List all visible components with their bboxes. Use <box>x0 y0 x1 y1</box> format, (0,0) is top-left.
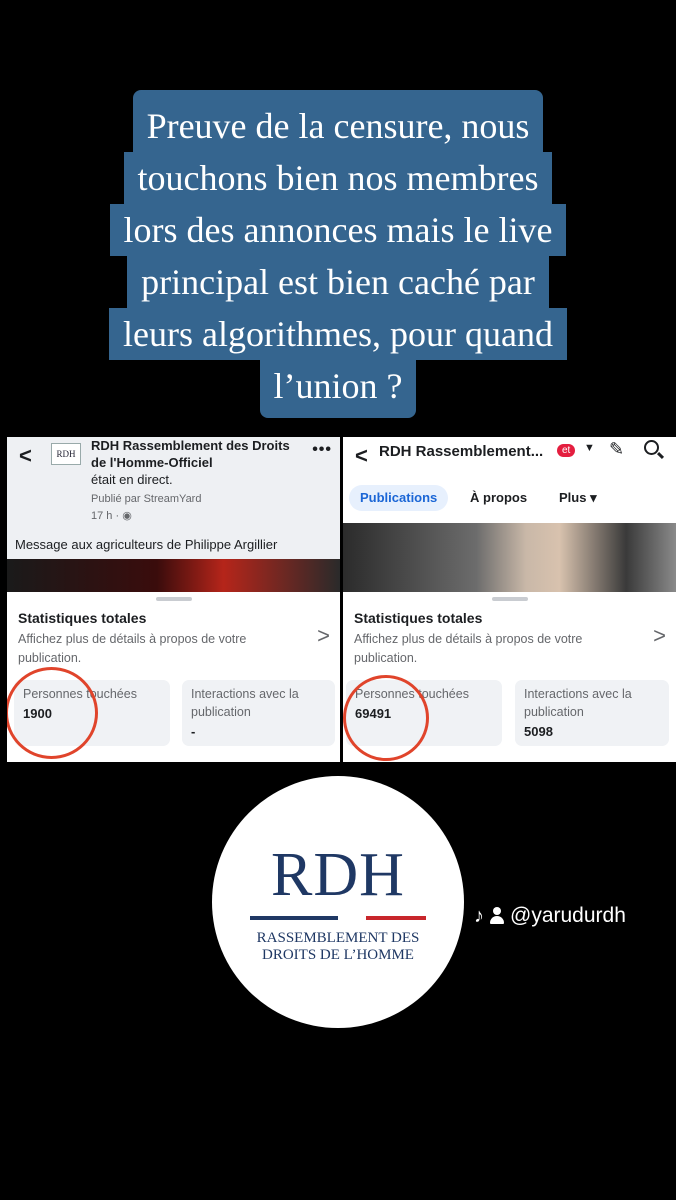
interactions-card: Interactions avec la publication 5098 <box>515 680 669 746</box>
person-icon <box>490 907 504 925</box>
caption-line: lors des annonces mais le live <box>109 204 567 256</box>
social-handle: ♪ @yarudurdh <box>474 900 626 932</box>
post-header: < RDH RDH Rassemblement des Droits de l'… <box>7 437 340 592</box>
cover-photo <box>343 523 676 592</box>
stats-title: Statistiques totales <box>18 610 147 626</box>
page-name[interactable]: RDH Rassemblement des Droits de l'Homme-… <box>91 437 301 471</box>
rdh-logo: RDH RASSEMBLEMENT DES DROITS DE L’HOMME <box>212 776 464 1028</box>
back-chevron-icon[interactable]: < <box>19 443 32 469</box>
chevron-right-icon[interactable]: > <box>317 623 330 649</box>
caption-block: Preuve de la censure, nous touchons bien… <box>0 90 676 418</box>
tab-publications[interactable]: Publications <box>349 485 449 511</box>
caret-down-icon[interactable]: ▼ <box>584 442 595 454</box>
post-time-text: 17 h · <box>91 510 120 522</box>
stats-description[interactable]: Affichez plus de détails à propos de vot… <box>354 630 629 668</box>
video-thumbnail[interactable] <box>7 559 340 592</box>
published-by: Publié par StreamYard <box>91 493 202 505</box>
caption-line: principal est bien caché par <box>127 256 549 308</box>
left-screenshot-panel: < RDH RDH Rassemblement des Droits de l'… <box>7 437 340 762</box>
globe-icon: ◉ <box>122 510 132 522</box>
search-icon[interactable] <box>644 440 659 455</box>
logo-subtitle-line: DROITS DE L’HOMME <box>262 947 414 963</box>
caption-line: leurs algorithmes, pour quand <box>109 308 567 360</box>
right-screenshot-panel: < RDH Rassemblement... et ▼ ✎ Publicatio… <box>343 437 676 762</box>
tab-about[interactable]: À propos <box>459 485 538 511</box>
stats-title: Statistiques totales <box>354 610 483 626</box>
red-circle-annotation <box>7 667 98 759</box>
sheet-handle[interactable] <box>155 597 192 601</box>
post-message: Message aux agriculteurs de Philippe Arg… <box>15 537 278 552</box>
logo-blue-bar <box>250 916 338 920</box>
more-options-icon[interactable]: ••• <box>312 441 332 459</box>
stats-description[interactable]: Affichez plus de détails à propos de vot… <box>18 630 293 668</box>
logo-mark: RDH <box>271 841 405 909</box>
logo-subtitle-line: RASSEMBLEMENT DES <box>256 930 420 946</box>
live-status: était en direct. <box>91 472 173 487</box>
sheet-handle[interactable] <box>491 597 528 601</box>
caption-line: l’union ? <box>259 360 417 418</box>
post-time: 17 h · ◉ <box>91 509 132 522</box>
caption-line: Preuve de la censure, nous <box>132 90 544 152</box>
logo-red-bar <box>366 916 426 920</box>
logo-subtitle: RASSEMBLEMENT DES DROITS DE L’HOMME <box>212 930 464 964</box>
interactions-value: - <box>191 724 196 739</box>
red-circle-annotation <box>343 675 429 761</box>
interactions-value: 5098 <box>524 724 553 739</box>
chevron-right-icon[interactable]: > <box>653 623 666 649</box>
caption-line: touchons bien nos membres <box>123 152 553 204</box>
edit-pen-icon[interactable]: ✎ <box>609 439 624 460</box>
interactions-label: Interactions avec la publication <box>191 687 299 719</box>
page-header: < RDH Rassemblement... et ▼ ✎ Publicatio… <box>343 437 676 592</box>
notification-badge: et <box>557 444 576 457</box>
handle-text: @yarudurdh <box>510 904 626 927</box>
tab-more[interactable]: Plus ▾ <box>548 485 608 511</box>
page-title: RDH Rassemblement... <box>379 443 544 460</box>
interactions-label: Interactions avec la publication <box>524 687 632 719</box>
back-chevron-icon[interactable]: < <box>355 443 368 469</box>
tiktok-icon: ♪ <box>474 904 484 927</box>
page-logo: RDH <box>51 443 81 465</box>
interactions-card: Interactions avec la publication - <box>182 680 335 746</box>
